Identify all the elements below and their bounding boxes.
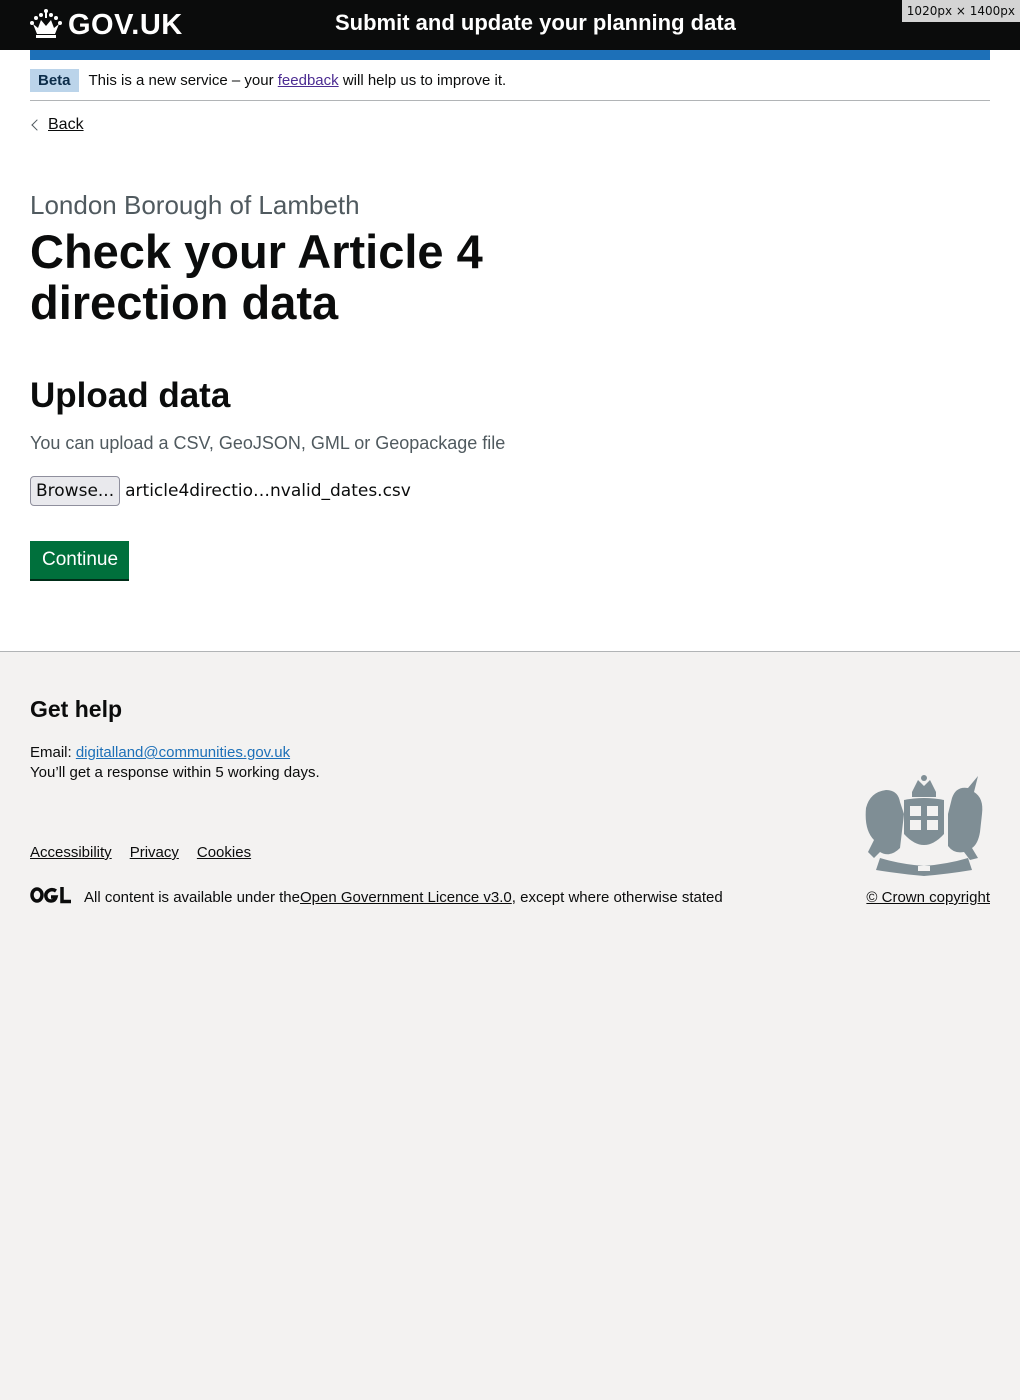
footer-links: Accessibility Privacy Cookies xyxy=(30,844,251,861)
phase-text-after: will help us to improve it. xyxy=(338,71,507,89)
page-caption: London Borough of Lambeth xyxy=(30,190,360,220)
browse-button[interactable]: Browse... xyxy=(30,476,121,506)
crown-copyright-link[interactable]: © Crown copyright xyxy=(866,889,990,906)
upload-heading: Upload data xyxy=(30,376,231,415)
footer-link-privacy[interactable]: Privacy xyxy=(130,844,179,861)
crown-icon xyxy=(30,8,68,43)
site-header: GOV.UK Submit and update your planning d… xyxy=(0,0,1020,50)
file-upload-input[interactable]: Browse... article4directio…nvalid_dates.… xyxy=(30,476,411,506)
viewport-size-badge: 1020px × 1400px xyxy=(901,0,1020,22)
help-email-link[interactable]: digitalland@communities.gov.uk xyxy=(76,744,290,761)
selected-file-name: article4directio…nvalid_dates.csv xyxy=(125,481,411,501)
licence-text-after: , except where otherwise stated xyxy=(511,888,723,906)
upload-hint: You can upload a CSV, GeoJSON, GML or Ge… xyxy=(30,433,506,453)
copyright: © Crown copyright xyxy=(866,889,990,906)
govuk-logo-link[interactable]: GOV.UK xyxy=(30,8,183,43)
back-link[interactable]: Back xyxy=(48,116,84,134)
phase-text-before: This is a new service – your xyxy=(88,71,278,89)
phase-tag: Beta xyxy=(30,68,79,92)
phase-banner: Beta This is a new service – your feedba… xyxy=(30,60,990,101)
feedback-link[interactable]: feedback xyxy=(278,72,339,89)
footer-link-cookies[interactable]: Cookies xyxy=(197,844,251,861)
get-help-heading: Get help xyxy=(30,696,123,722)
back-link-container: Back xyxy=(30,116,84,134)
footer-link-accessibility[interactable]: Accessibility xyxy=(30,844,112,861)
help-email-line: Email: digitalland@communities.gov.uk xyxy=(30,744,290,761)
licence-line: All content is available under the Open … xyxy=(30,886,723,908)
site-footer: Get help Email: digitalland@communities.… xyxy=(0,651,1020,1400)
continue-button[interactable]: Continue xyxy=(30,541,129,579)
service-name-link[interactable]: Submit and update your planning data xyxy=(335,10,736,36)
page-title: Check your Article 4 direction data xyxy=(30,225,483,329)
licence-text-before: All content is available under the xyxy=(84,888,300,906)
phase-text: This is a new service – your feedback wi… xyxy=(89,72,507,89)
royal-crest-icon xyxy=(860,774,988,880)
help-response-text: You’ll get a response within 5 working d… xyxy=(30,764,320,781)
ogl-logo-icon xyxy=(30,886,84,908)
licence-link[interactable]: Open Government Licence v3.0 xyxy=(300,889,512,906)
logo-text: GOV.UK xyxy=(68,8,183,41)
chevron-left-icon xyxy=(31,119,43,131)
email-label: Email: xyxy=(30,744,76,761)
header-blue-bar xyxy=(30,50,990,60)
